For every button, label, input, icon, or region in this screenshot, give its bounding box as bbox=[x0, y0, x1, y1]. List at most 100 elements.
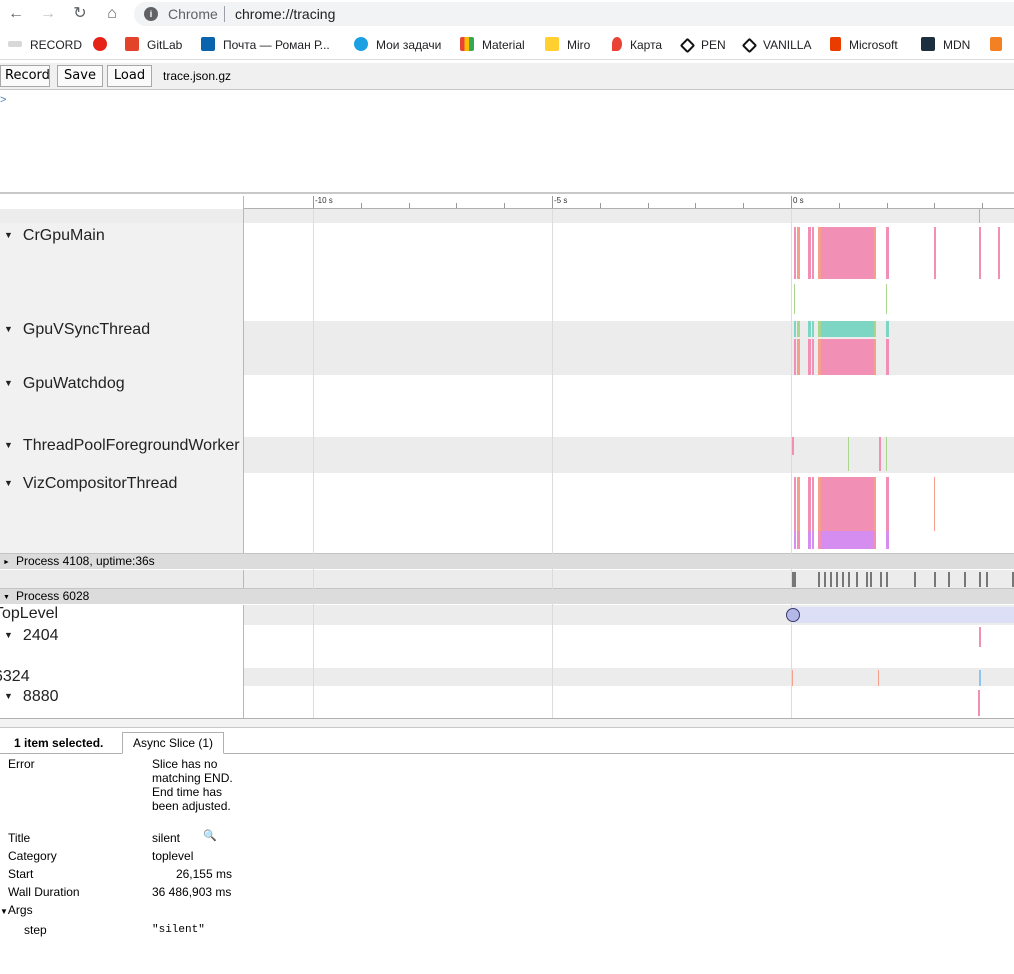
process-activity-tick[interactable] bbox=[856, 572, 858, 587]
process-activity-tick[interactable] bbox=[964, 572, 966, 587]
site-info-icon[interactable]: i bbox=[144, 7, 158, 21]
expand-triangle-icon[interactable]: ▼ bbox=[4, 478, 13, 488]
address-url[interactable]: chrome://tracing bbox=[235, 6, 335, 22]
trace-slice[interactable] bbox=[848, 437, 849, 471]
trace-slice[interactable] bbox=[934, 477, 935, 531]
bookmark-vanilla[interactable]: VANILLA bbox=[741, 37, 811, 54]
process-activity-tick[interactable] bbox=[886, 572, 888, 587]
process-activity-tick[interactable] bbox=[866, 572, 868, 587]
expand-triangle-icon[interactable]: ▼ bbox=[4, 691, 13, 701]
process-activity-tick[interactable] bbox=[842, 572, 844, 587]
trace-slice[interactable] bbox=[797, 477, 800, 531]
process-activity-tick[interactable] bbox=[824, 572, 826, 587]
tab-async-slice[interactable]: Async Slice (1) bbox=[122, 732, 225, 754]
trace-slice[interactable] bbox=[822, 477, 874, 531]
trace-slice[interactable] bbox=[792, 437, 794, 455]
trace-slice[interactable] bbox=[808, 477, 811, 531]
track-label[interactable]: TopLevel bbox=[0, 605, 58, 623]
process-activity-tick[interactable] bbox=[794, 572, 796, 587]
load-button[interactable]: Load bbox=[107, 65, 152, 87]
trace-slice[interactable] bbox=[878, 670, 879, 686]
trace-slice[interactable] bbox=[794, 531, 796, 549]
expand-triangle-icon[interactable]: ▼ bbox=[4, 324, 13, 334]
record-button[interactable]: Record bbox=[0, 65, 50, 87]
process-activity-tick[interactable] bbox=[934, 572, 936, 587]
track-label[interactable]: ▼ VizCompositorThread bbox=[0, 475, 177, 493]
expand-triangle-icon[interactable]: ▼ bbox=[0, 907, 8, 916]
trace-slice[interactable] bbox=[886, 321, 889, 337]
expand-triangle-icon[interactable]: ▼ bbox=[4, 630, 13, 640]
trace-slice[interactable] bbox=[808, 339, 811, 375]
track-label[interactable]: 6324 bbox=[0, 668, 30, 686]
track-label[interactable]: ▼ 2404 bbox=[0, 627, 59, 645]
panel-splitter[interactable] bbox=[0, 718, 1014, 728]
expand-triangle-icon[interactable]: ▼ bbox=[4, 230, 13, 240]
trace-slice[interactable] bbox=[886, 227, 889, 279]
bookmark-material[interactable]: Material bbox=[460, 37, 525, 53]
bookmark-pen[interactable]: PEN bbox=[679, 37, 726, 54]
trace-slice[interactable] bbox=[794, 477, 796, 531]
trace-slice[interactable] bbox=[998, 227, 1000, 279]
trace-slice[interactable] bbox=[797, 531, 800, 549]
process-header-collapsed[interactable]: ► Process 4108, uptime:36s bbox=[0, 553, 1014, 569]
trace-slice[interactable] bbox=[792, 670, 793, 686]
trace-slice[interactable] bbox=[979, 670, 981, 686]
timeline-view[interactable]: -10 s -5 s 0 s ▼ CrGpuMain ▼ GpuVSyncThrea… bbox=[0, 196, 1014, 718]
trace-slice[interactable] bbox=[978, 690, 980, 716]
selected-async-slice[interactable] bbox=[793, 607, 1014, 623]
trace-slice[interactable] bbox=[797, 227, 800, 279]
expand-triangle-icon[interactable]: ▼ bbox=[4, 440, 13, 450]
trace-slice[interactable] bbox=[886, 437, 887, 471]
trace-slice[interactable] bbox=[808, 321, 811, 337]
bookmark-map[interactable]: Карта bbox=[612, 37, 662, 53]
collapse-triangle-icon[interactable]: ► bbox=[3, 555, 10, 570]
process-activity-tick[interactable] bbox=[986, 572, 988, 587]
trace-slice[interactable] bbox=[822, 339, 874, 375]
forward-arrow-icon[interactable]: → bbox=[38, 4, 58, 24]
reload-icon[interactable]: ↻ bbox=[70, 4, 90, 24]
console-area[interactable]: > bbox=[0, 90, 1014, 194]
bookmark-stack[interactable] bbox=[990, 37, 1010, 53]
trace-slice[interactable] bbox=[812, 531, 814, 549]
trace-slice[interactable] bbox=[794, 227, 796, 279]
process-activity-tick[interactable] bbox=[948, 572, 950, 587]
time-ruler[interactable]: -10 s -5 s 0 s bbox=[244, 196, 1014, 209]
track-label[interactable]: ▼ 8880 bbox=[0, 688, 59, 706]
process-activity-tick[interactable] bbox=[830, 572, 832, 587]
save-button[interactable]: Save bbox=[57, 65, 103, 87]
trace-slice[interactable] bbox=[886, 339, 889, 375]
bookmark-mail[interactable]: Почта — Роман Р... bbox=[201, 37, 330, 53]
back-arrow-icon[interactable]: ← bbox=[6, 4, 26, 24]
process-activity-tick[interactable] bbox=[880, 572, 882, 587]
process-activity-tick[interactable] bbox=[979, 572, 981, 587]
trace-slice[interactable] bbox=[934, 227, 936, 279]
trace-slice[interactable] bbox=[794, 284, 795, 314]
bookmark-tasks[interactable]: Мои задачи bbox=[354, 37, 441, 53]
args-toggle[interactable]: ▼Args bbox=[0, 903, 33, 917]
trace-slice[interactable] bbox=[797, 321, 800, 337]
process-activity-tick[interactable] bbox=[870, 572, 872, 587]
track-label[interactable]: ▼ GpuVSyncThread bbox=[0, 321, 150, 339]
trace-slice[interactable] bbox=[886, 477, 889, 531]
trace-slice[interactable] bbox=[822, 321, 874, 337]
process-activity-tick[interactable] bbox=[836, 572, 838, 587]
bookmark-record[interactable]: RECORD bbox=[8, 37, 82, 53]
trace-slice[interactable] bbox=[808, 531, 811, 549]
trace-slice[interactable] bbox=[797, 339, 800, 375]
trace-slice[interactable] bbox=[822, 531, 874, 549]
trace-slice[interactable] bbox=[886, 531, 889, 549]
bookmark-mdn[interactable]: MDN bbox=[921, 37, 970, 53]
trace-slice[interactable] bbox=[886, 284, 887, 314]
trace-slice[interactable] bbox=[979, 627, 981, 647]
trace-slice[interactable] bbox=[822, 227, 874, 279]
home-icon[interactable]: ⌂ bbox=[102, 4, 122, 24]
trace-slice[interactable] bbox=[794, 339, 796, 375]
trace-slice[interactable] bbox=[979, 209, 980, 223]
process-activity-tick[interactable] bbox=[914, 572, 916, 587]
process-header-expanded[interactable]: ▼ Process 6028 bbox=[0, 588, 1014, 604]
bookmark-microsoft[interactable]: Microsoft bbox=[830, 37, 898, 53]
bookmark-gitlab[interactable]: GitLab bbox=[125, 37, 182, 53]
trace-slice[interactable] bbox=[812, 339, 814, 375]
trace-slice[interactable] bbox=[794, 321, 796, 337]
trace-slice[interactable] bbox=[979, 227, 981, 279]
